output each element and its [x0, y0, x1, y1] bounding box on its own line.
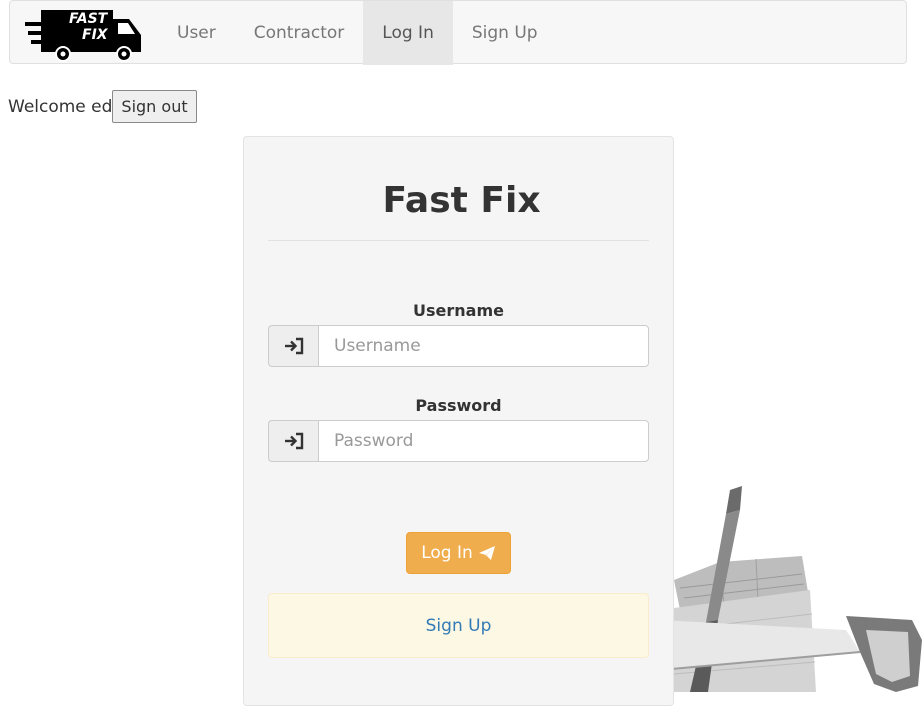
username-label: Username [413, 301, 504, 320]
navbar: FAST FIX User Contractor Log In Sign Up [9, 0, 907, 65]
password-log-in-icon [268, 420, 318, 462]
nav-links: User Contractor Log In Sign Up [158, 1, 557, 65]
password-label: Password [415, 396, 502, 415]
delivery-truck-icon: FAST FIX [25, 10, 141, 62]
nav-item-log-in[interactable]: Log In [363, 1, 453, 65]
brand-logo[interactable]: FAST FIX [25, 4, 143, 64]
brand-text-line1: FAST [69, 11, 109, 27]
send-icon [478, 546, 495, 560]
sign-out-button[interactable]: Sign out [112, 90, 197, 123]
sign-up-link[interactable]: Sign Up [426, 616, 492, 636]
nav-item-contractor[interactable]: Contractor [235, 1, 364, 65]
password-input-group [268, 420, 649, 462]
nav-item-sign-up[interactable]: Sign Up [453, 1, 557, 65]
log-in-button[interactable]: Log In [406, 532, 511, 574]
username-log-in-icon [268, 325, 318, 367]
tools-house-illustration [660, 486, 922, 692]
sign-up-panel: Sign Up [268, 593, 649, 658]
username-input[interactable] [318, 325, 649, 367]
title-divider [268, 240, 649, 241]
login-title: Fast Fix [382, 180, 541, 221]
brand-text-line2: FIX [82, 27, 109, 43]
username-input-group [268, 325, 649, 367]
session-bar: Welcome ed Sign out [8, 90, 197, 123]
log-in-button-label: Log In [421, 543, 473, 563]
password-input[interactable] [318, 420, 649, 462]
welcome-text: Welcome ed [8, 96, 113, 117]
nav-item-user[interactable]: User [158, 1, 235, 65]
